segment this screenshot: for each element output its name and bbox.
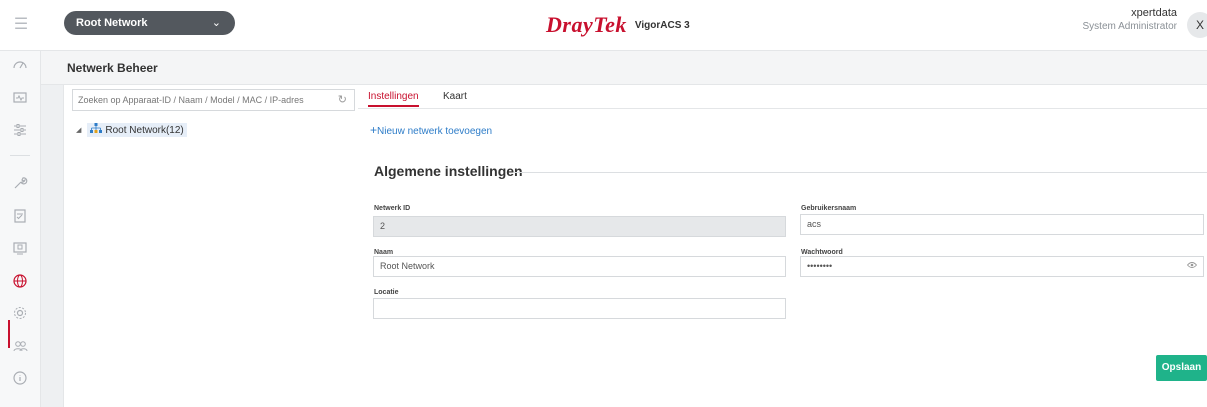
tree-node-label: Root Network(12): [105, 124, 184, 136]
menu-icon[interactable]: ☰: [10, 14, 32, 36]
globe-icon[interactable]: [10, 273, 30, 293]
left-nav: [0, 51, 41, 407]
network-tree-panel: Zoeken op Apparaat-ID / Naam / Model / M…: [63, 85, 359, 407]
username-label: Gebruikersnaam: [801, 205, 857, 212]
monitor-icon[interactable]: [10, 90, 30, 110]
plus-icon: +: [370, 123, 378, 137]
location-label: Locatie: [374, 289, 399, 296]
main-panel: Instellingen Kaart +Nieuw netwerk toevoe…: [358, 85, 1207, 407]
page-title: Netwerk Beheer: [67, 61, 158, 75]
checklist-icon[interactable]: [10, 208, 30, 228]
refresh-icon[interactable]: ↻: [338, 90, 347, 110]
user-name: xpertdata: [1131, 7, 1177, 19]
tree-node-root[interactable]: ◢ Root Network(12): [76, 122, 187, 138]
tab-settings[interactable]: Instellingen: [368, 91, 419, 107]
nav-separator: [10, 155, 30, 156]
section-title: Algemene instellingen: [374, 163, 523, 179]
location-field[interactable]: [373, 298, 786, 319]
password-field[interactable]: ••••••••: [800, 256, 1204, 277]
network-icon: [90, 123, 103, 137]
gear-icon[interactable]: [10, 305, 30, 325]
dashboard-icon[interactable]: [10, 57, 30, 77]
caret-down-icon[interactable]: ◢: [76, 126, 81, 134]
search-input[interactable]: Zoeken op Apparaat-ID / Naam / Model / M…: [72, 89, 355, 111]
add-network-link[interactable]: +Nieuw netwerk toevoegen: [370, 123, 492, 137]
network-id-field: 2: [373, 216, 786, 237]
product-name: VigorACS 3: [634, 19, 690, 31]
add-network-label: Nieuw netwerk toevoegen: [377, 126, 493, 137]
top-bar: ☰ Root Network ⌄ DrayTek VigorACS 3 xper…: [0, 0, 1207, 51]
device-icon[interactable]: [10, 240, 30, 260]
draytek-logo: DrayTek: [546, 12, 627, 37]
search-placeholder: Zoeken op Apparaat-ID / Naam / Model / M…: [78, 95, 304, 105]
user-info[interactable]: xpertdata System Administrator: [1083, 7, 1177, 32]
network-selector[interactable]: Root Network ⌄: [64, 11, 235, 35]
section-divider: [514, 172, 1207, 173]
user-role: System Administrator: [1082, 21, 1177, 32]
network-id-label: Netwerk ID: [374, 205, 411, 212]
avatar[interactable]: X: [1187, 12, 1207, 38]
password-value: ••••••••: [807, 261, 833, 271]
save-button[interactable]: Opslaan: [1156, 355, 1207, 381]
password-label: Wachtwoord: [801, 249, 843, 256]
wrench-icon[interactable]: [10, 175, 30, 195]
chevron-down-icon: ⌄: [211, 17, 221, 29]
tab-bar: Instellingen Kaart: [358, 85, 1207, 109]
users-icon[interactable]: [10, 338, 30, 358]
tab-map[interactable]: Kaart: [443, 91, 467, 102]
sliders-icon[interactable]: [10, 122, 30, 142]
brand: DrayTek VigorACS 3: [546, 11, 690, 39]
page-header: Netwerk Beheer: [41, 51, 1207, 85]
network-selector-label: Root Network: [76, 17, 148, 29]
username-field[interactable]: acs: [800, 214, 1204, 235]
info-icon[interactable]: [10, 370, 30, 390]
name-label: Naam: [374, 249, 394, 256]
name-field[interactable]: Root Network: [373, 256, 786, 277]
eye-icon[interactable]: [1186, 257, 1198, 276]
tree-node-label-wrap[interactable]: Root Network(12): [87, 123, 187, 137]
